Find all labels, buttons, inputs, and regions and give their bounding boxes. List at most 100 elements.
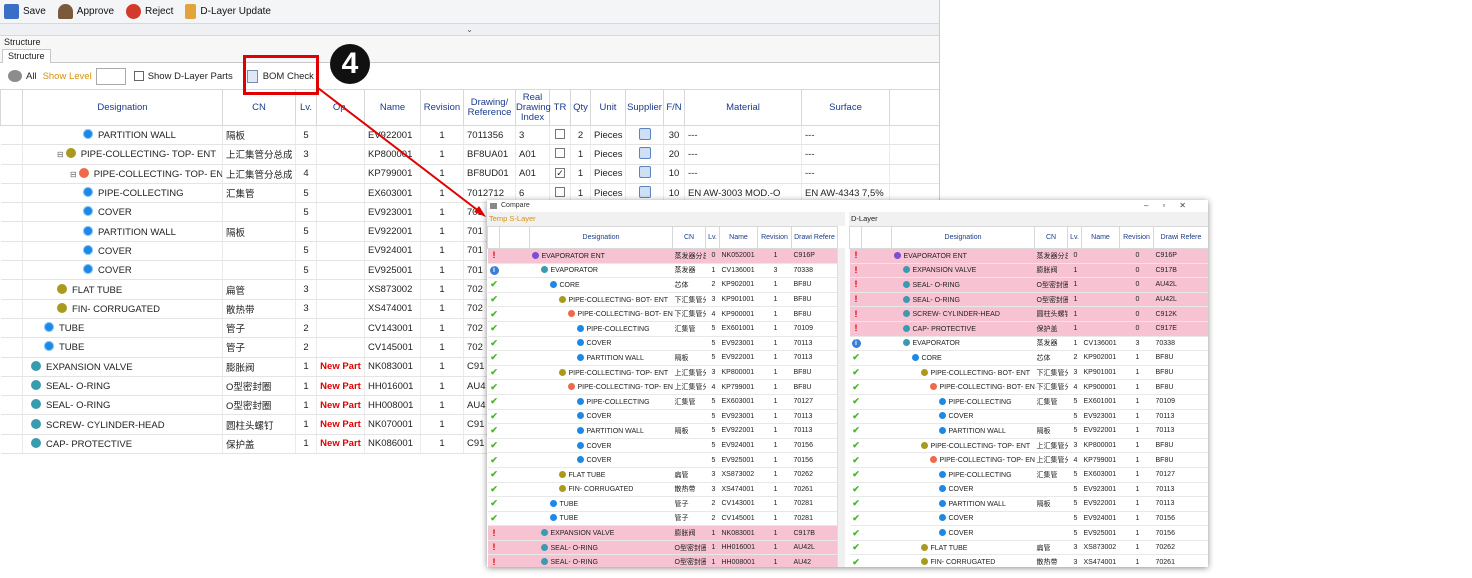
- compare-column-header[interactable]: Designation: [529, 226, 673, 249]
- compare-row[interactable]: ! SEAL- O-RING O型密封圈 1 0 AU42L: [849, 292, 1208, 308]
- supplier-icon[interactable]: [638, 185, 651, 198]
- compare-row[interactable]: ✔ COVER 5 EV925001 1 70156: [487, 452, 838, 468]
- compare-row[interactable]: ✔ PIPE-COLLECTING- BOT- ENT下汇集管分总成4KP9000…: [487, 306, 838, 322]
- left-scrollbar[interactable]: [837, 248, 845, 567]
- approve-button[interactable]: Approve: [57, 4, 114, 19]
- row-handle[interactable]: [0, 357, 23, 377]
- compare-row[interactable]: ✔ COVER 5 EV923001 1 70113: [487, 336, 838, 352]
- compare-column-header[interactable]: Name: [719, 226, 758, 249]
- row-handle[interactable]: [0, 202, 23, 223]
- row-handle[interactable]: [0, 395, 23, 416]
- compare-row[interactable]: ! SEAL- O-RING O型密封圈 1 HH008001 1 AU42: [487, 554, 838, 567]
- compare-row[interactable]: ✔ PIPE-COLLECTING 汇集管 5 EX603001 1 70127: [487, 394, 838, 410]
- compare-row[interactable]: ✔ COVER 5 EV924001 1 70156: [849, 511, 1208, 527]
- row-handle[interactable]: [0, 279, 23, 300]
- tr-checkbox[interactable]: [555, 186, 565, 197]
- row-handle[interactable]: [0, 434, 23, 455]
- row-handle[interactable]: [0, 318, 23, 339]
- column-header[interactable]: Name: [364, 89, 421, 126]
- compare-column-header[interactable]: CN: [672, 226, 706, 249]
- compare-column-header[interactable]: Name: [1081, 226, 1120, 249]
- column-header[interactable]: Revision: [420, 89, 464, 126]
- tr-checkbox[interactable]: [555, 128, 565, 139]
- window-controls[interactable]: –▫✕: [1144, 200, 1200, 212]
- column-header[interactable]: Material: [684, 89, 802, 126]
- compare-row[interactable]: ✔ COVER 5 EV925001 1 70156: [849, 525, 1208, 541]
- row-handle[interactable]: [0, 183, 23, 204]
- compare-row[interactable]: ✔ COVER 5 EV923001 1 70113: [849, 482, 1208, 498]
- compare-column-header[interactable]: Lv.: [705, 226, 720, 249]
- compare-column-header[interactable]: Drawi Refere: [1153, 226, 1208, 249]
- compare-row[interactable]: ! SCREW- CYLINDER-HEAD 圆柱头螺钉1 0C912K: [849, 306, 1208, 322]
- column-header[interactable]: Designation: [22, 89, 223, 126]
- column-header[interactable]: TR: [549, 89, 571, 126]
- compare-row[interactable]: ✔ CORE 芯体 2 KP902001 1 BF8U: [849, 350, 1208, 366]
- compare-row[interactable]: ! SEAL- O-RING O型密封圈 1 HH016001 1 AU42L: [487, 540, 838, 556]
- show-dlayer-checkbox[interactable]: [133, 71, 144, 81]
- compare-row[interactable]: ✔ FIN- CORRUGATED 散热带 3 XS474001 1 70261: [849, 554, 1208, 567]
- column-header[interactable]: F/N: [663, 89, 685, 126]
- row-handle[interactable]: [0, 337, 23, 358]
- compare-row[interactable]: ✔ PIPE-COLLECTING- BOT- ENT下汇集管分总成3KP9010…: [849, 365, 1208, 381]
- column-header[interactable]: Qty: [570, 89, 591, 126]
- tr-checkbox[interactable]: [555, 147, 565, 158]
- compare-column-header[interactable]: Drawi Refere: [791, 226, 838, 249]
- row-handle[interactable]: [0, 414, 23, 435]
- column-header[interactable]: Supplier: [625, 89, 664, 126]
- row-handle[interactable]: [0, 241, 23, 262]
- compare-column-header[interactable]: CN: [1034, 226, 1068, 249]
- compare-row[interactable]: ✔ PIPE-COLLECTING 汇集管 5 EX601001 1 70109: [849, 394, 1208, 410]
- row-handle[interactable]: [0, 299, 23, 319]
- compare-row[interactable]: ✔ COVER 5 EV923001 1 70113: [487, 409, 838, 425]
- compare-row[interactable]: ✔ PIPE-COLLECTING- BOT- ENT下汇集管分总成4KP9000…: [849, 379, 1208, 395]
- compare-row[interactable]: ✔ COVER 5 EV923001 1 70113: [849, 409, 1208, 425]
- compare-row[interactable]: ✔ PIPE-COLLECTING- BOT- ENT下汇集管分总成3KP9010…: [487, 292, 838, 308]
- supplier-icon[interactable]: [638, 127, 651, 140]
- collapse-chevron-icon[interactable]: ⌄: [0, 24, 939, 36]
- row-handle[interactable]: [0, 125, 23, 146]
- compare-row[interactable]: ! CAP- PROTECTIVE 保护盖 1 0 C917E: [849, 321, 1208, 337]
- compare-row[interactable]: ✔ FLAT TUBE 扁管 3 XS873002 1 70262: [487, 467, 838, 483]
- save-button[interactable]: Save: [4, 4, 46, 19]
- compare-row[interactable]: ✔ PARTITION WALL 隔板 5 EV922001 1 70113: [849, 496, 1208, 512]
- row-handle[interactable]: [0, 221, 23, 242]
- row-handle[interactable]: [0, 260, 23, 281]
- compare-row[interactable]: ✔ PARTITION WALL 隔板 5 EV922001 1 70113: [849, 423, 1208, 439]
- compare-row[interactable]: ✔ PIPE-COLLECTING- TOP- ENT上汇集管分总成4KP7990…: [849, 452, 1208, 468]
- table-row[interactable]: PARTITION WALL 隔板 5 EV922001 1 7011356 3 2 Piece…: [0, 125, 939, 146]
- dlayer-update-button[interactable]: D-Layer Update: [185, 4, 271, 19]
- compare-row[interactable]: ! EXPANSION VALVE 膨胀阀 1 0 C917B: [849, 263, 1208, 279]
- table-row[interactable]: ⊟ PIPE-COLLECTING- TOP- ENT 上汇集管分总成 3 KP8000…: [0, 144, 939, 165]
- reject-button[interactable]: Reject: [126, 4, 173, 19]
- row-handle[interactable]: [0, 376, 23, 397]
- column-header[interactable]: Unit: [590, 89, 626, 126]
- compare-column-header[interactable]: Revision: [1119, 226, 1154, 249]
- compare-row[interactable]: ✔ TUBE 管子 2 CV145001 1 70281: [487, 511, 838, 527]
- compare-row[interactable]: ! EVAPORATOR ENT 蒸发器分总成0NK0520011C916P: [487, 248, 838, 264]
- compare-row[interactable]: ✔ FIN- CORRUGATED 散热带 3 XS474001 1 70261: [487, 482, 838, 498]
- expand-toggle-icon[interactable]: ⊟: [57, 150, 64, 159]
- show-level-input[interactable]: [95, 67, 126, 85]
- compare-column-header[interactable]: Revision: [757, 226, 792, 249]
- row-handle[interactable]: [0, 144, 23, 165]
- column-header[interactable]: Drawing/ Reference: [463, 89, 516, 126]
- column-header[interactable]: Op.: [316, 89, 365, 126]
- compare-column-header[interactable]: Lv.: [1067, 226, 1082, 249]
- compare-row[interactable]: ✔ PIPE-COLLECTING- TOP- ENT上汇集管分总成3KP8000…: [487, 365, 838, 381]
- compare-row[interactable]: ✔ PARTITION WALL 隔板 5 EV922001 1 70113: [487, 423, 838, 439]
- compare-row[interactable]: i EVAPORATOR 蒸发器 1 CV136001 3 70338: [487, 263, 838, 279]
- supplier-icon[interactable]: [638, 146, 651, 159]
- compare-row[interactable]: ✔ PIPE-COLLECTING- TOP- ENT上汇集管分总成4KP7990…: [487, 379, 838, 395]
- column-header[interactable]: Surface: [801, 89, 890, 126]
- compare-row[interactable]: !EVAPORATOR ENT蒸发器分总成00C916P: [849, 248, 1208, 264]
- tr-checkbox[interactable]: ✓: [555, 168, 565, 179]
- compare-row[interactable]: ! SEAL- O-RING O型密封圈 1 0 AU42L: [849, 277, 1208, 293]
- tab-structure[interactable]: Structure: [2, 49, 51, 63]
- supplier-icon[interactable]: [638, 166, 651, 179]
- compare-column-header[interactable]: Designation: [891, 226, 1035, 249]
- compare-row[interactable]: i EVAPORATOR 蒸发器 1 CV136001 3 70338: [849, 336, 1208, 352]
- expand-toggle-icon[interactable]: ⊟: [70, 170, 77, 179]
- compare-row[interactable]: ✔ PIPE-COLLECTING 汇集管 5 EX601001 1 70109: [487, 321, 838, 337]
- compare-row[interactable]: ! EXPANSION VALVE 膨胀阀 1 NK083001 1 C917B: [487, 525, 838, 541]
- row-handle[interactable]: [0, 164, 23, 184]
